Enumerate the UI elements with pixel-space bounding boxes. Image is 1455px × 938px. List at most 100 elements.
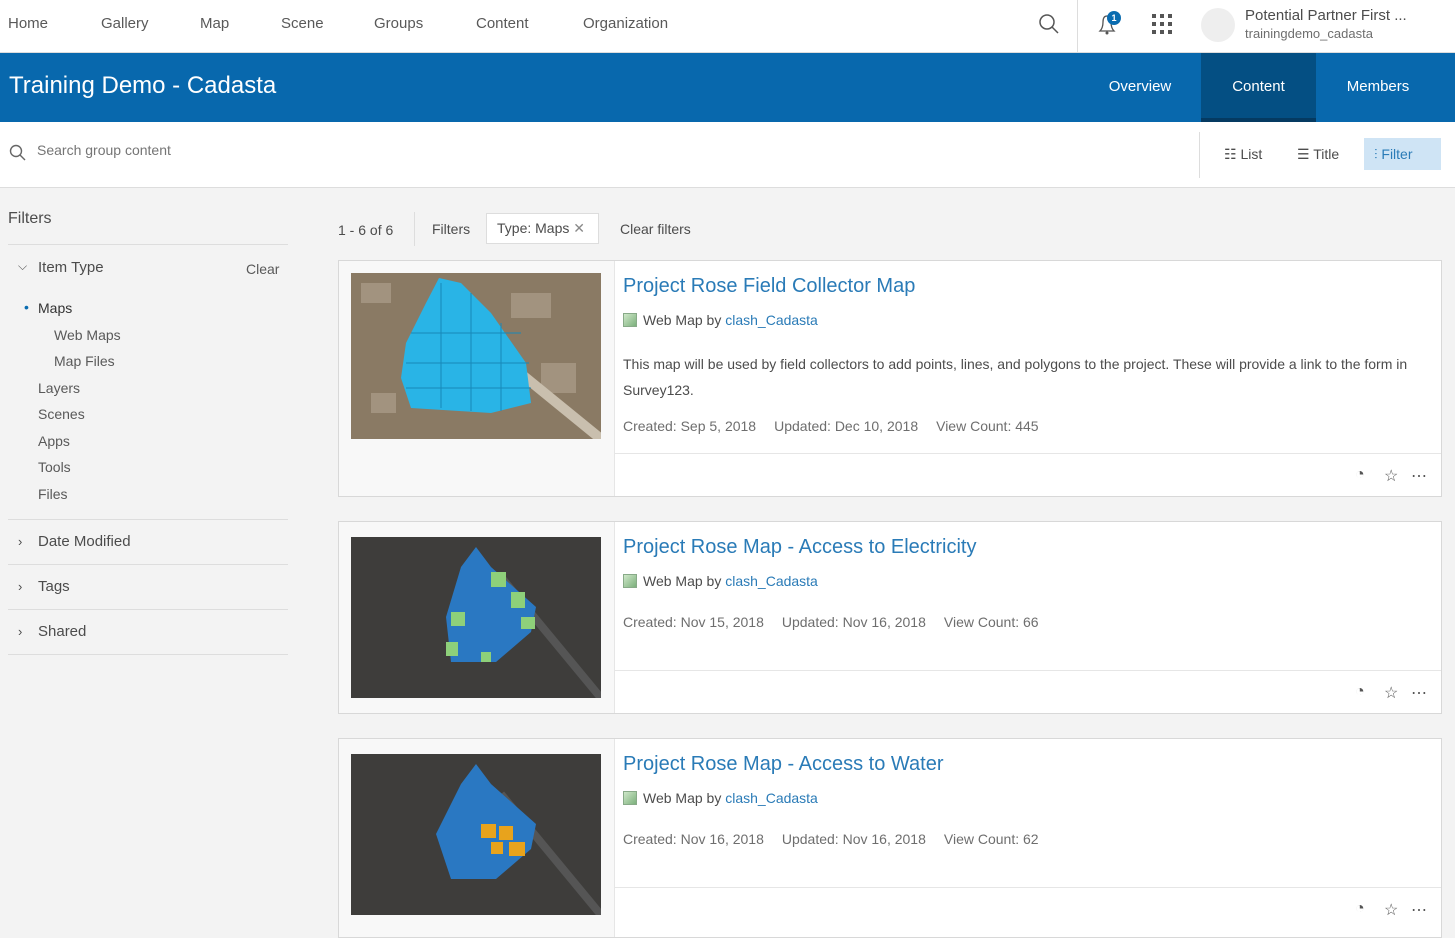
notification-badge: 1 — [1107, 11, 1121, 25]
tab-members[interactable]: Members — [1316, 53, 1440, 122]
thumbnail-area — [339, 261, 615, 496]
view-count: View Count: 62 — [943, 831, 1039, 847]
filter-button[interactable]: ⫶ Filter — [1364, 138, 1441, 170]
type-maps[interactable]: Maps — [38, 300, 72, 316]
section-label: Date Modified — [38, 533, 131, 550]
globe-icon[interactable]: ◔ — [1355, 466, 1365, 484]
item-type-heading[interactable]: Item Type — [38, 259, 104, 276]
tab-content[interactable]: Content — [1201, 53, 1316, 122]
owner-link[interactable]: clash_Cadasta — [725, 790, 818, 806]
nav-map[interactable]: Map — [200, 15, 229, 32]
star-icon[interactable]: ☆ — [1384, 900, 1398, 920]
map-thumbnail[interactable] — [351, 537, 601, 698]
map-thumbnail[interactable] — [351, 754, 601, 915]
item-type: Web Map by — [643, 312, 722, 328]
list-view-button[interactable]: ☷ List — [1214, 138, 1272, 170]
owner-link[interactable]: clash_Cadasta — [725, 573, 818, 589]
filter-chip-type-maps[interactable]: Type: Maps ✕ — [486, 213, 599, 244]
search-icon — [9, 144, 26, 161]
item-type-line: Web Map by clash_Cadasta — [623, 573, 818, 589]
nav-home[interactable]: Home — [8, 15, 48, 32]
chevron-right-icon: › — [18, 579, 23, 594]
item-meta: Created: Nov 16, 2018 Updated: Nov 16, 20… — [623, 831, 1057, 847]
nav-gallery[interactable]: Gallery — [101, 15, 149, 32]
item-actions: ◔ ☆ ⋯ — [615, 887, 1441, 935]
item-title-link[interactable]: Project Rose Map - Access to Electricity — [623, 536, 976, 559]
globe-icon[interactable]: ◔ — [1355, 683, 1365, 701]
item-description: This map will be used by field collector… — [623, 356, 1408, 398]
group-header: Training Demo - Cadasta Overview Content… — [0, 53, 1455, 122]
owner-link[interactable]: clash_Cadasta — [725, 312, 818, 328]
tags-section[interactable]: › Tags — [8, 565, 288, 610]
item-meta: Created: Sep 5, 2018 Updated: Dec 10, 201… — [623, 418, 1057, 434]
item-type-line: Web Map by clash_Cadasta — [623, 790, 818, 806]
item-title-link[interactable]: Project Rose Field Collector Map — [623, 275, 915, 298]
search-input[interactable] — [37, 142, 637, 158]
view-count: View Count: 66 — [943, 614, 1039, 630]
item-type-section: ⌵ Item Type Clear • Maps Web Maps Map Fi… — [8, 245, 288, 520]
item-title-link[interactable]: Project Rose Map - Access to Water — [623, 753, 943, 776]
globe-icon[interactable]: ◔ — [1355, 900, 1365, 918]
user-name[interactable]: Potential Partner First ... — [1245, 7, 1407, 24]
clear-filters-link[interactable]: Clear filters — [620, 221, 691, 237]
type-layers[interactable]: Layers — [38, 380, 80, 396]
web-map-icon — [623, 313, 637, 327]
close-icon[interactable]: ✕ — [573, 220, 585, 236]
type-map-files[interactable]: Map Files — [54, 353, 115, 369]
nav-groups[interactable]: Groups — [374, 15, 423, 32]
avatar[interactable] — [1201, 8, 1235, 42]
type-web-maps[interactable]: Web Maps — [54, 327, 121, 343]
thumbnail-area — [339, 739, 615, 937]
chevron-down-icon[interactable]: ⌵ — [18, 259, 27, 274]
search-bar: ☷ List ☰ Title ⫶ Filter — [0, 122, 1455, 188]
item-card: Project Rose Field Collector Map Web Map… — [338, 260, 1442, 497]
nav-content[interactable]: Content — [476, 15, 529, 32]
filters-heading: Filters — [8, 210, 288, 245]
sort-icon: ☰ — [1297, 146, 1310, 162]
created-date: Created: Nov 15, 2018 — [623, 614, 764, 630]
sort-title-button[interactable]: ☰ Title — [1287, 138, 1349, 170]
star-icon[interactable]: ☆ — [1384, 683, 1398, 703]
item-meta: Created: Nov 15, 2018 Updated: Nov 16, 20… — [623, 614, 1057, 630]
divider — [414, 212, 415, 246]
item-type: Web Map by — [643, 573, 722, 589]
date-modified-section[interactable]: › Date Modified — [8, 520, 288, 565]
type-tools[interactable]: Tools — [38, 459, 71, 475]
type-scenes[interactable]: Scenes — [38, 406, 85, 422]
more-options-icon[interactable]: ⋯ — [1411, 683, 1427, 703]
more-options-icon[interactable]: ⋯ — [1411, 466, 1427, 486]
result-count: 1 - 6 of 6 — [338, 222, 394, 238]
type-apps[interactable]: Apps — [38, 433, 70, 449]
type-files[interactable]: Files — [38, 486, 68, 502]
star-icon[interactable]: ☆ — [1384, 466, 1398, 486]
section-label: Shared — [38, 623, 87, 640]
updated-date: Updated: Nov 16, 2018 — [781, 614, 926, 630]
selected-dot: • — [24, 299, 29, 315]
map-thumbnail[interactable] — [351, 273, 601, 439]
filter-label: Filter — [1381, 146, 1413, 162]
clear-item-type[interactable]: Clear — [246, 261, 279, 277]
web-map-icon — [623, 791, 637, 805]
divider — [1077, 0, 1078, 52]
item-actions: ◔ ☆ ⋯ — [615, 453, 1441, 501]
created-date: Created: Nov 16, 2018 — [623, 831, 764, 847]
title-label: Title — [1313, 146, 1340, 162]
list-label: List — [1240, 146, 1263, 162]
search-icon[interactable] — [1038, 13, 1060, 35]
nav-scene[interactable]: Scene — [281, 15, 324, 32]
filter-icon: ⫶ — [1374, 146, 1378, 162]
shared-section[interactable]: › Shared — [8, 610, 288, 655]
apps-grid-icon[interactable] — [1152, 14, 1172, 34]
more-options-icon[interactable]: ⋯ — [1411, 900, 1427, 920]
chip-label: Type: Maps — [497, 220, 570, 236]
group-title: Training Demo - Cadasta — [9, 72, 277, 99]
chevron-right-icon: › — [18, 624, 23, 639]
thumbnail-area — [339, 522, 615, 713]
item-type-line: Web Map by clash_Cadasta — [623, 312, 818, 328]
filters-label: Filters — [432, 221, 471, 237]
tab-overview[interactable]: Overview — [1080, 53, 1200, 122]
item-actions: ◔ ☆ ⋯ — [615, 670, 1441, 718]
nav-organization[interactable]: Organization — [583, 15, 668, 32]
web-map-icon — [623, 574, 637, 588]
updated-date: Updated: Dec 10, 2018 — [774, 418, 919, 434]
